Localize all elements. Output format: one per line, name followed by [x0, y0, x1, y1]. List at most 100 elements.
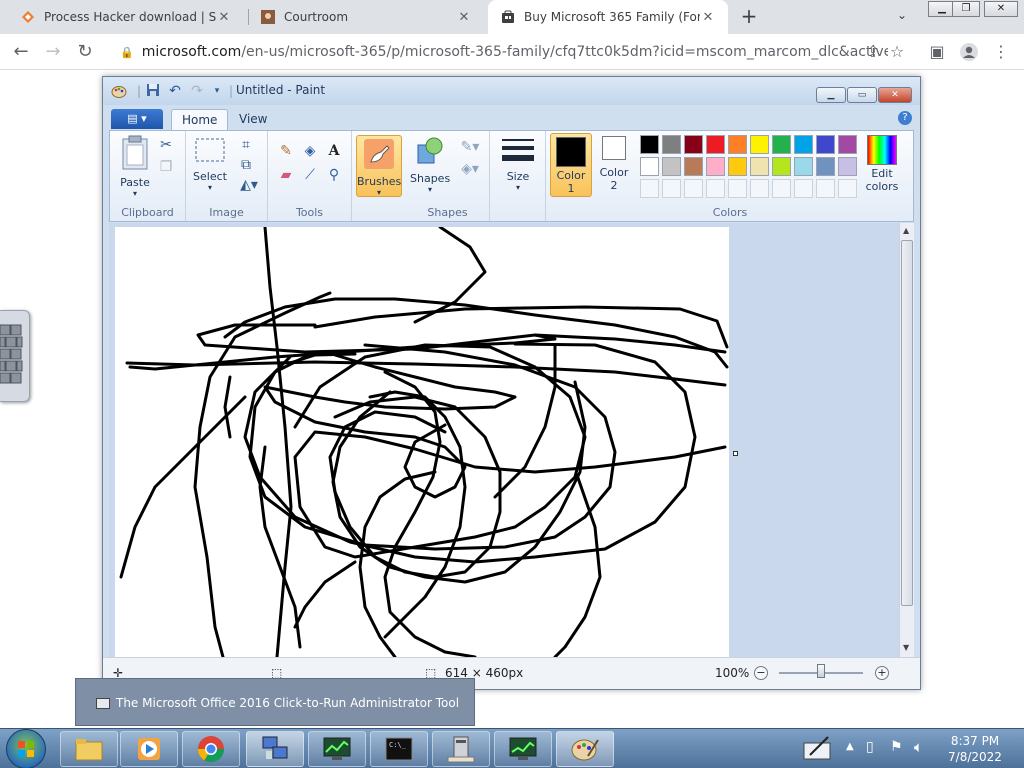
more-menu-icon[interactable]: ⋮ [990, 42, 1012, 64]
palette-color-swatch[interactable] [728, 135, 747, 154]
scrollbar-thumb[interactable] [901, 240, 913, 606]
help-icon[interactable]: ? [898, 111, 912, 125]
palette-color-swatch[interactable] [750, 157, 769, 176]
tab-courtroom[interactable]: Courtroom ✕ [248, 0, 484, 34]
paint-menu-button[interactable]: ▤ ▾ [111, 109, 163, 129]
side-panel-icon[interactable]: ▣ [926, 42, 948, 64]
palette-color-swatch[interactable] [772, 157, 791, 176]
palette-color-swatch[interactable] [640, 135, 659, 154]
palette-empty-slot[interactable] [662, 179, 681, 198]
vertical-scrollbar[interactable]: ▲ ▼ [899, 223, 914, 657]
palette-color-swatch[interactable] [662, 157, 681, 176]
close-icon[interactable]: ✕ [216, 10, 232, 25]
taskbar-explorer[interactable] [60, 731, 118, 767]
close-window-button[interactable]: ✕ [984, 1, 1018, 17]
tab-microsoft-365[interactable]: Buy Microsoft 365 Family (Forme ✕ [488, 0, 728, 34]
zoom-in-button[interactable]: + [875, 666, 889, 680]
palette-color-swatch[interactable] [684, 157, 703, 176]
system-clock[interactable]: 8:37 PM 7/8/2022 [940, 733, 1010, 765]
color1-button[interactable]: Color 1 [550, 133, 592, 197]
resize-icon[interactable]: ⧉ [236, 155, 256, 175]
palette-color-swatch[interactable] [750, 135, 769, 154]
tab-process-hacker[interactable]: Process Hacker download | Sourc ✕ [8, 0, 244, 34]
pencil-icon[interactable]: ✎ [276, 141, 296, 161]
color-picker-icon[interactable]: ⟋ [300, 165, 320, 185]
new-tab-button[interactable]: + [738, 6, 760, 28]
size-button[interactable]: Size ▾ [498, 137, 538, 192]
palette-color-swatch[interactable] [640, 157, 659, 176]
bookmark-star-icon[interactable]: ☆ [886, 42, 908, 64]
share-icon[interactable]: ⇪ [862, 42, 884, 64]
scroll-up-icon[interactable]: ▲ [903, 226, 909, 235]
palette-color-swatch[interactable] [706, 135, 725, 154]
crop-icon[interactable]: ⌗ [236, 135, 256, 155]
palette-color-swatch[interactable] [772, 135, 791, 154]
taskbar-network-app[interactable] [246, 731, 304, 767]
drawing-canvas[interactable] [115, 227, 729, 657]
palette-color-swatch[interactable] [728, 157, 747, 176]
maximize-button[interactable]: ▭ [847, 87, 877, 103]
tab-view[interactable]: View [229, 109, 277, 131]
paste-button[interactable]: Paste ▾ [118, 135, 152, 198]
taskbar-media-player[interactable] [120, 731, 178, 767]
palette-color-swatch[interactable] [816, 157, 835, 176]
palette-empty-slot[interactable] [684, 179, 703, 198]
palette-color-swatch[interactable] [794, 135, 813, 154]
palette-color-swatch[interactable] [794, 157, 813, 176]
start-button[interactable] [6, 729, 46, 768]
chevron-down-icon[interactable]: ⌄ [897, 8, 907, 22]
volume-icon[interactable]: 🔈︎ [914, 738, 923, 756]
fill-icon[interactable]: ◈▾ [456, 159, 484, 179]
fill-bucket-icon[interactable]: ◈ [300, 141, 320, 161]
close-icon[interactable]: ✕ [700, 10, 716, 25]
palette-empty-slot[interactable] [706, 179, 725, 198]
save-icon[interactable] [145, 83, 161, 99]
palette-empty-slot[interactable] [640, 179, 659, 198]
back-button[interactable]: ← [10, 42, 32, 64]
close-button[interactable]: ✕ [878, 87, 912, 103]
undo-icon[interactable]: ↶ [167, 83, 183, 99]
cut-icon[interactable]: ✂ [156, 135, 176, 155]
palette-empty-slot[interactable] [772, 179, 791, 198]
rotate-icon[interactable]: ◭▾ [236, 175, 262, 195]
taskbar-paint[interactable] [556, 731, 614, 767]
close-icon[interactable]: ✕ [456, 10, 472, 25]
palette-color-swatch[interactable] [816, 135, 835, 154]
minimize-button[interactable]: ▁ [816, 87, 846, 103]
select-button[interactable]: Select ▾ [192, 137, 228, 192]
network-status-icon[interactable]: ▯ [866, 739, 874, 755]
tablet-input-icon[interactable] [802, 735, 834, 764]
text-tool-icon[interactable]: A [324, 141, 344, 161]
taskbar-chrome[interactable] [182, 731, 240, 767]
canvas-resize-handle[interactable] [733, 451, 738, 456]
show-hidden-icons-icon[interactable]: ▲ [846, 741, 854, 752]
palette-color-swatch[interactable] [706, 157, 725, 176]
magnifier-icon[interactable]: ⚲ [324, 165, 344, 185]
palette-empty-slot[interactable] [794, 179, 813, 198]
color2-button[interactable]: Color 2 [596, 136, 632, 192]
taskbar-installer[interactable] [432, 731, 490, 767]
shapes-button[interactable]: Shapes ▾ [410, 135, 450, 194]
reload-button[interactable]: ↻ [74, 42, 96, 64]
scroll-down-icon[interactable]: ▼ [903, 643, 909, 652]
tab-home[interactable]: Home [171, 109, 229, 131]
forward-button[interactable]: → [42, 42, 64, 64]
redo-icon[interactable]: ↷ [189, 83, 205, 99]
taskbar-thumbnail-popup[interactable]: The Microsoft Office 2016 Click-to-Run A… [75, 678, 475, 726]
zoom-slider-thumb[interactable] [817, 664, 825, 678]
profile-avatar-icon[interactable] [958, 42, 980, 64]
palette-color-swatch[interactable] [684, 135, 703, 154]
zoom-out-button[interactable]: − [754, 666, 768, 680]
eraser-icon[interactable]: ▰ [276, 165, 296, 185]
taskbar-monitor-app[interactable] [308, 731, 366, 767]
taskbar-command-prompt[interactable]: C:\_ [370, 731, 428, 767]
restore-button[interactable]: ❐ [952, 1, 980, 17]
address-bar[interactable]: 🔒 microsoft.com/en-us/microsoft-365/p/mi… [108, 38, 888, 66]
brushes-button[interactable]: Brushes ▾ [356, 135, 402, 197]
palette-color-swatch[interactable] [662, 135, 681, 154]
edit-colors-button[interactable]: Edit colors [854, 135, 910, 193]
action-center-flag-icon[interactable]: ⚑ [890, 739, 903, 755]
copy-icon[interactable]: ❐ [156, 157, 176, 177]
side-gadget[interactable] [0, 310, 30, 402]
outline-icon[interactable]: ✎▾ [456, 137, 484, 157]
